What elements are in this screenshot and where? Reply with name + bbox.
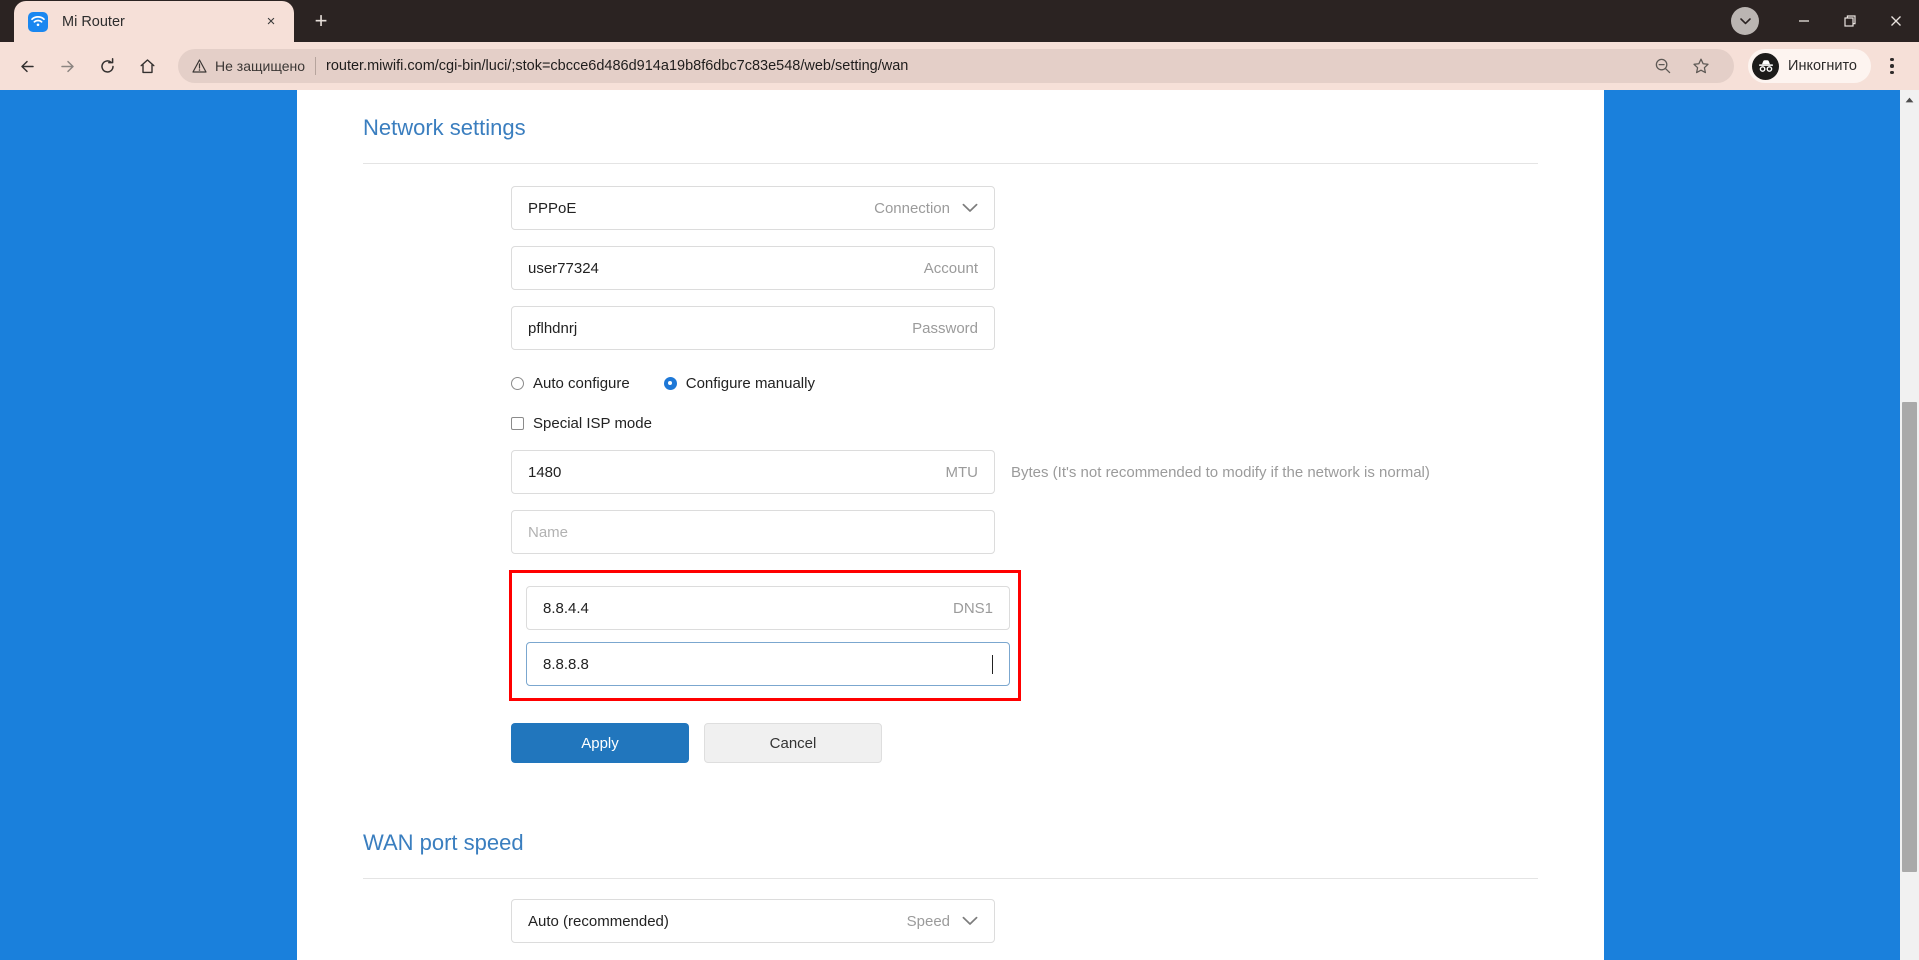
connection-select[interactable]: PPPoE Connection [511, 186, 995, 230]
radio-auto-configure-label: Auto configure [533, 374, 630, 392]
close-icon[interactable]: × [260, 11, 282, 33]
network-settings-section: Network settings PPPoE Connection user77… [297, 90, 1604, 763]
page-viewport: Network settings PPPoE Connection user77… [0, 90, 1919, 960]
cancel-button[interactable]: Cancel [704, 723, 882, 763]
chevron-down-icon[interactable] [962, 916, 978, 926]
menu-dot [1890, 64, 1894, 68]
checkbox-special-isp-label: Special ISP mode [533, 414, 652, 432]
radio-configure-manually[interactable]: Configure manually [663, 374, 815, 392]
checkbox-special-isp-mode[interactable]: Special ISP mode [511, 415, 652, 432]
page-scrollbar[interactable] [1900, 90, 1919, 960]
apply-button[interactable]: Apply [511, 723, 689, 763]
browser-window: Mi Router × + Не защищено router.miwifi.… [0, 0, 1919, 960]
incognito-profile-button[interactable]: Инкогнито [1748, 49, 1871, 83]
home-icon[interactable] [130, 49, 164, 83]
password-value: pflhdnrj [528, 319, 578, 337]
bookmark-star-icon[interactable] [1684, 49, 1718, 83]
not-secure-warning-icon[interactable] [192, 59, 207, 73]
wan-port-speed-section: WAN port speed Auto (recommended) Speed [297, 805, 1604, 943]
dns1-label: DNS1 [952, 599, 993, 617]
network-settings-form: PPPoE Connection user77324 Account pflhd… [297, 164, 1604, 763]
url-text: router.miwifi.com/cgi-bin/luci/;stok=cbc… [326, 58, 909, 74]
dns1-input[interactable]: 8.8.4.4 DNS1 [526, 586, 1010, 630]
form-actions: Apply Cancel [297, 723, 1604, 763]
maximize-button[interactable] [1827, 0, 1873, 42]
tab-title: Mi Router [62, 13, 125, 30]
dns1-row: 8.8.4.4 DNS1 [512, 586, 1018, 630]
special-isp-row: Special ISP mode [297, 406, 1604, 440]
chevron-down-icon[interactable] [1731, 7, 1759, 35]
name-row: Name [297, 510, 1604, 554]
dns-highlight-box: 8.8.4.4 DNS1 8.8.8.8 [509, 570, 1021, 701]
window-controls [1731, 0, 1919, 42]
connection-value: PPPoE [528, 199, 577, 217]
connection-row: PPPoE Connection [297, 186, 1604, 230]
speed-label: Speed [906, 912, 950, 930]
omnibox-actions [1644, 49, 1720, 83]
close-window-button[interactable] [1873, 0, 1919, 42]
scroll-up-arrow-icon[interactable] [1900, 90, 1919, 109]
page-title: Network settings [363, 115, 526, 140]
forward-icon[interactable] [50, 49, 84, 83]
reload-icon[interactable] [90, 49, 124, 83]
wan-port-speed-title: WAN port speed [363, 830, 524, 855]
connection-label: Connection [874, 199, 950, 217]
name-placeholder: Name [528, 523, 569, 541]
radio-icon-selected[interactable] [663, 376, 677, 390]
browser-menu-button[interactable] [1875, 49, 1909, 83]
security-status-text: Не защищено [215, 58, 305, 74]
dns1-value: 8.8.4.4 [543, 599, 589, 617]
name-input[interactable]: Name [511, 510, 995, 554]
mtu-label: MTU [945, 463, 979, 481]
text-cursor [992, 654, 993, 674]
incognito-icon [1752, 52, 1780, 80]
profile-label: Инкогнито [1788, 58, 1857, 74]
account-label: Account [923, 259, 978, 277]
mtu-hint: Bytes (It's not recommended to modify if… [1011, 463, 1430, 481]
tab-mi-router[interactable]: Mi Router × [14, 1, 294, 42]
wifi-icon [28, 11, 48, 32]
browser-toolbar: Не защищено router.miwifi.com/cgi-bin/lu… [0, 42, 1919, 90]
checkbox-icon[interactable] [511, 416, 524, 430]
router-admin-page: Network settings PPPoE Connection user77… [297, 90, 1604, 960]
radio-icon[interactable] [511, 376, 524, 390]
dns2-value: 8.8.8.8 [543, 655, 589, 673]
title-bar: Mi Router × + [0, 0, 1919, 42]
account-value: user77324 [528, 259, 599, 277]
tab-strip: Mi Router × + [0, 0, 338, 42]
scrollbar-thumb[interactable] [1902, 402, 1917, 872]
wan-port-speed-form: Auto (recommended) Speed [297, 879, 1604, 943]
password-row: pflhdnrj Password [297, 306, 1604, 350]
address-bar[interactable]: Не защищено router.miwifi.com/cgi-bin/lu… [178, 49, 1735, 83]
new-tab-button[interactable]: + [304, 4, 338, 38]
speed-row: Auto (recommended) Speed [297, 899, 1604, 943]
radio-configure-manually-label: Configure manually [685, 374, 815, 392]
dns2-row: 8.8.8.8 [512, 642, 1018, 686]
dns2-input[interactable]: 8.8.8.8 [526, 642, 1010, 686]
password-label: Password [912, 319, 978, 337]
mtu-row: 1480 MTU Bytes (It's not recommended to … [297, 450, 1604, 494]
menu-dot [1890, 70, 1894, 75]
mtu-input[interactable]: 1480 MTU [511, 450, 995, 494]
password-input[interactable]: pflhdnrj Password [511, 306, 995, 350]
chevron-down-icon[interactable] [962, 203, 978, 213]
zoom-out-icon[interactable] [1646, 49, 1680, 83]
account-row: user77324 Account [297, 246, 1604, 290]
speed-value: Auto (recommended) [528, 912, 669, 930]
radio-auto-configure[interactable]: Auto configure [511, 375, 630, 392]
menu-dot [1890, 57, 1894, 62]
omnibox-divider [315, 57, 316, 75]
config-mode-row: Auto configure Configure manually [297, 366, 1604, 400]
mtu-value: 1480 [528, 463, 562, 481]
account-input[interactable]: user77324 Account [511, 246, 995, 290]
back-icon[interactable] [10, 49, 44, 83]
speed-select[interactable]: Auto (recommended) Speed [511, 899, 995, 943]
minimize-button[interactable] [1781, 0, 1827, 42]
